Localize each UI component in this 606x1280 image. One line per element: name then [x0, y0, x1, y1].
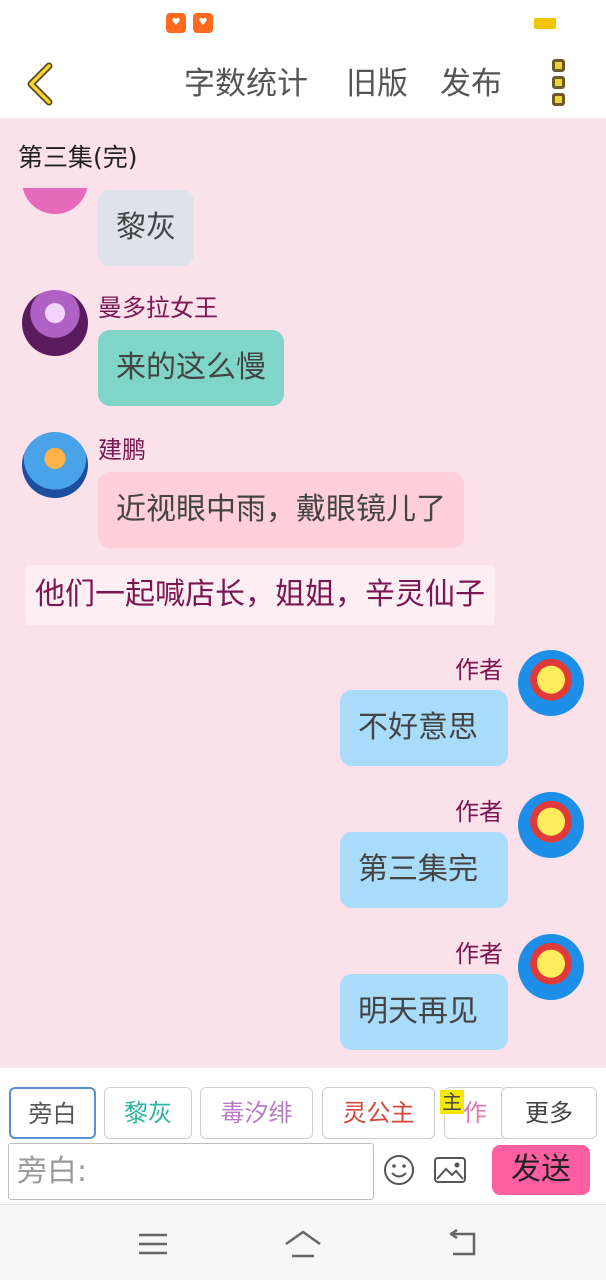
message-bubble[interactable]: 来的这么慢: [98, 330, 284, 406]
sender-name: 建鹏: [98, 436, 146, 464]
composer: 旁白: 发送: [0, 1140, 606, 1204]
image-icon[interactable]: [432, 1153, 468, 1187]
message-input[interactable]: 旁白:: [8, 1143, 374, 1200]
avatar[interactable]: [518, 792, 584, 858]
old-version-button[interactable]: 旧版: [346, 62, 408, 106]
message-bubble[interactable]: 第三集完: [340, 832, 508, 908]
top-bar: 字数统计 旧版 发布: [0, 48, 606, 118]
sender-name: 作者: [455, 940, 503, 968]
send-button[interactable]: 发送: [492, 1145, 590, 1195]
narration-text[interactable]: 他们一起喊店长，姐姐，辛灵仙子: [25, 565, 495, 625]
message-bubble[interactable]: 不好意思: [340, 690, 508, 766]
sender-name: 作者: [455, 656, 503, 684]
sender-name: 曼多拉女王: [98, 294, 218, 322]
back-icon[interactable]: [443, 1228, 483, 1259]
home-icon[interactable]: [283, 1229, 323, 1259]
chapter-title: 第三集(完): [18, 143, 138, 172]
role-selector: 旁白 黎灰 毒汐绯 灵公主 作者 主 更多: [0, 1068, 606, 1140]
chevron-left-icon[interactable]: [22, 62, 62, 106]
role-chip[interactable]: 灵公主: [322, 1087, 435, 1139]
chapter-header: 第三集(完): [0, 118, 606, 188]
kebab-menu-icon[interactable]: [545, 59, 571, 109]
app-notification-icon: ♥: [193, 13, 213, 33]
word-count-button[interactable]: 字数统计: [184, 62, 308, 106]
system-nav-bar: [0, 1204, 606, 1280]
main-role-badge: 主: [440, 1090, 464, 1114]
publish-button[interactable]: 发布: [440, 62, 502, 106]
role-chip[interactable]: 黎灰: [104, 1087, 192, 1139]
more-roles-button[interactable]: 更多: [501, 1087, 597, 1139]
message-bubble[interactable]: 明天再见: [340, 974, 508, 1050]
avatar[interactable]: [518, 934, 584, 1000]
message-bubble[interactable]: 黎灰: [98, 190, 194, 266]
battery-icon: [534, 18, 556, 29]
emoji-icon[interactable]: [382, 1153, 416, 1187]
role-chip[interactable]: 毒汐绯: [200, 1087, 313, 1139]
sender-name: 作者: [455, 798, 503, 826]
avatar[interactable]: [22, 290, 88, 356]
role-chip-narrator[interactable]: 旁白: [9, 1087, 96, 1139]
status-bar: ♥ ♥: [0, 0, 606, 48]
avatar[interactable]: [518, 650, 584, 716]
avatar[interactable]: [22, 432, 88, 498]
message-bubble[interactable]: 近视眼中雨，戴眼镜儿了: [98, 472, 464, 548]
app-notification-icon: ♥: [166, 13, 186, 33]
menu-icon[interactable]: [133, 1229, 173, 1259]
chat-area[interactable]: 第三集(完) 黎灰 曼多拉女王 来的这么慢 建鹏 近视眼中雨，戴眼镜儿了 他们一…: [0, 118, 606, 1068]
